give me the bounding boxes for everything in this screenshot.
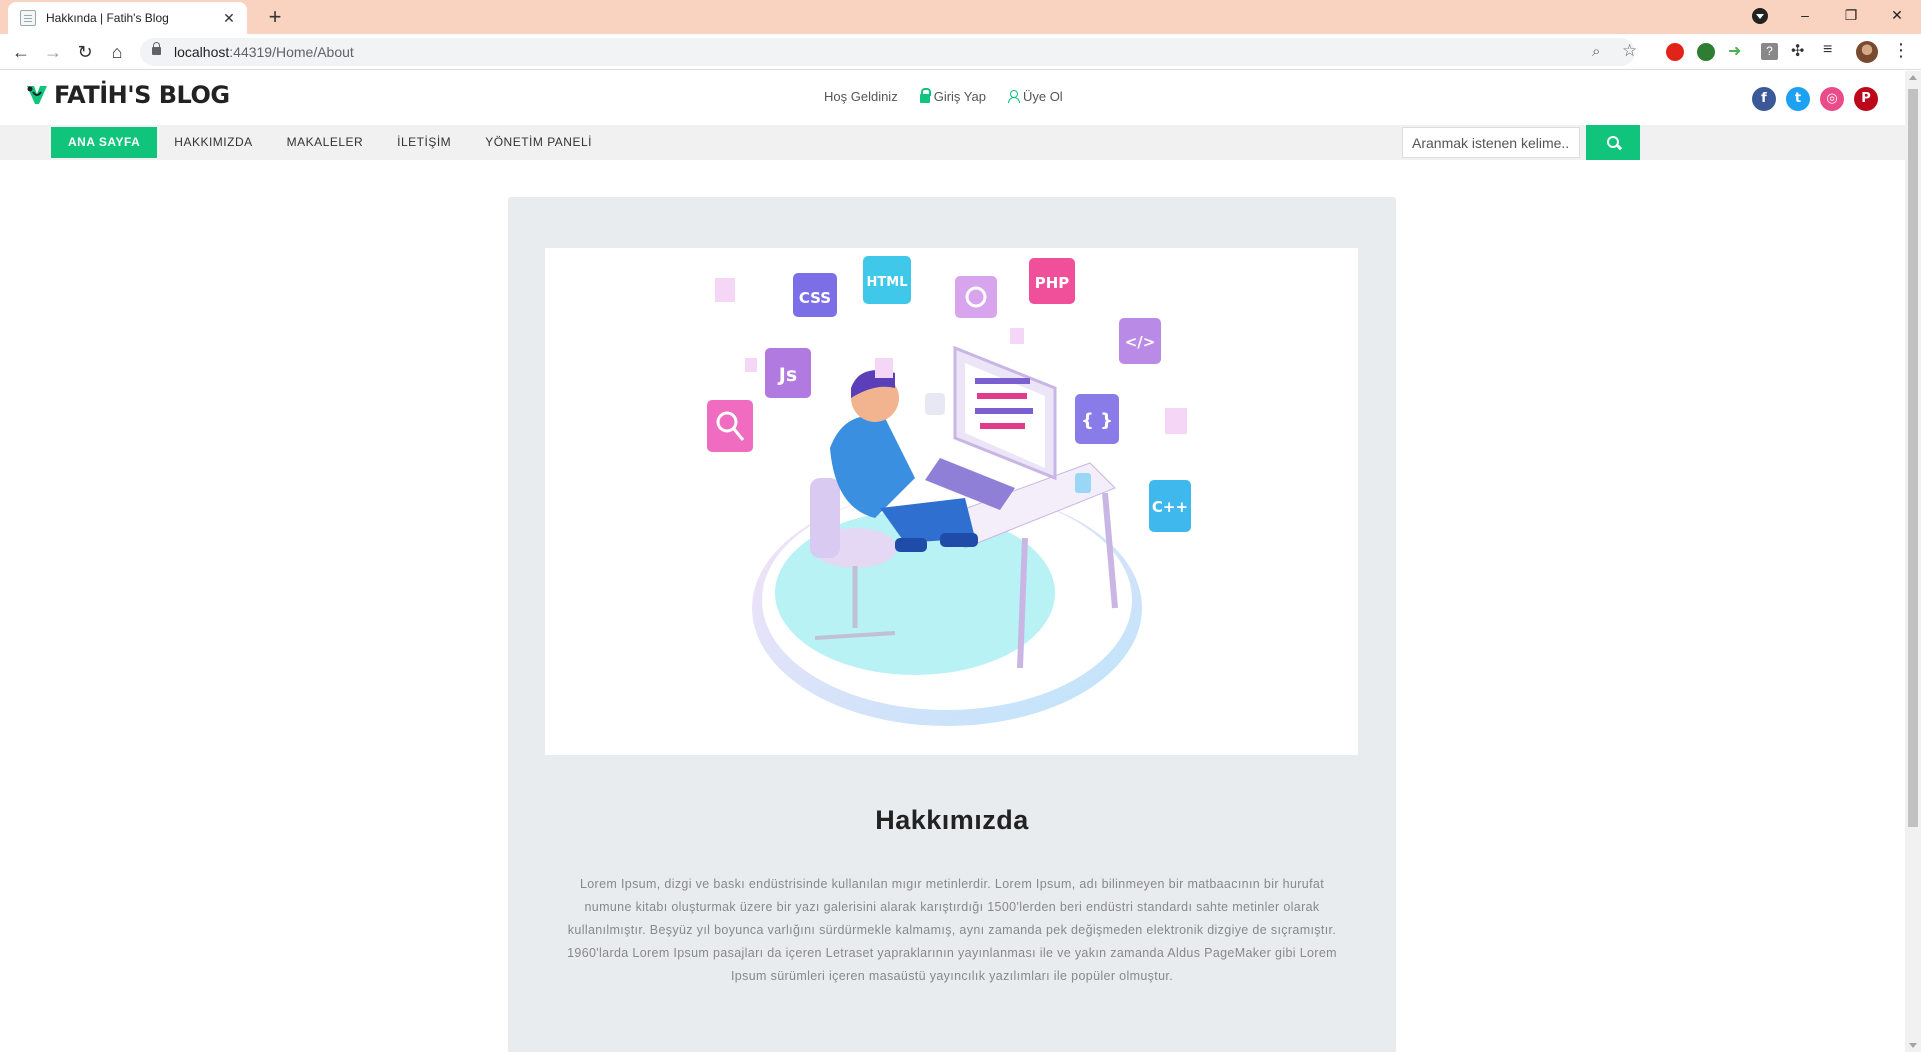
logo-mark-icon xyxy=(27,86,47,104)
developer-illustration: CSS HTML PHP Js {} </> C++ xyxy=(707,256,1191,726)
nav-item-admin-panel[interactable]: YÖNETİM PANELİ xyxy=(468,127,609,158)
welcome-link[interactable]: Hoş Geldiniz xyxy=(824,89,898,104)
hero-illustration: CSS HTML PHP Js {} </> C++ xyxy=(545,248,1358,755)
welcome-label: Hoş Geldiniz xyxy=(824,89,898,104)
help-extension-icon[interactable]: ? xyxy=(1761,43,1778,60)
svg-text:PHP: PHP xyxy=(1035,274,1070,292)
cpp-cube: C++ xyxy=(1149,480,1191,532)
register-link[interactable]: Üye Ol xyxy=(1007,89,1063,104)
close-window-button[interactable]: ✕ xyxy=(1874,0,1920,30)
new-tab-button[interactable]: + xyxy=(262,4,288,30)
page-scrollbar[interactable] xyxy=(1905,71,1921,1052)
page-title: Hakkımızda xyxy=(875,805,1029,835)
main-navbar: ANA SAYFA HAKKIMIZDA MAKALELER İLETİŞİM … xyxy=(0,125,1905,160)
dribbble-icon[interactable]: ◎ xyxy=(1820,87,1844,111)
decor-square xyxy=(1010,328,1024,344)
pinterest-icon[interactable]: P xyxy=(1854,87,1878,111)
about-card: CSS HTML PHP Js {} </> C++ Hakkımızda L… xyxy=(508,197,1396,1052)
pen-holder xyxy=(925,393,945,415)
url-text[interactable]: localhost:44319/Home/About xyxy=(174,44,354,60)
logo-text: FATİH'S BLOG xyxy=(54,81,230,109)
back-arrow-icon[interactable]: ← xyxy=(8,39,34,65)
reload-icon[interactable]: ↻ xyxy=(72,39,98,65)
svg-text:HTML: HTML xyxy=(867,275,908,290)
bookmark-star-icon[interactable]: ☆ xyxy=(1622,41,1637,61)
social-links: f t ◎ P xyxy=(1752,87,1878,111)
scroll-up-icon[interactable] xyxy=(1909,75,1917,80)
chair-back xyxy=(810,478,840,558)
profile-avatar[interactable] xyxy=(1856,41,1878,63)
svg-text:</>: </> xyxy=(1125,333,1156,351)
code-tag-cube: </> xyxy=(1119,318,1161,364)
svg-text:C++: C++ xyxy=(1152,498,1188,516)
php-cube: PHP xyxy=(1029,258,1075,304)
nav-menu: ANA SAYFA HAKKIMIZDA MAKALELER İLETİŞİM … xyxy=(51,125,609,160)
html-cube: HTML xyxy=(863,256,911,304)
minimize-button[interactable]: – xyxy=(1782,0,1828,30)
zoom-icon[interactable]: ⌕ xyxy=(1592,43,1600,60)
opera-extension-icon[interactable] xyxy=(1666,43,1684,61)
top-links: Hoş Geldiniz Giriş Yap Üye Ol xyxy=(824,87,1063,104)
person-shoe xyxy=(940,533,978,547)
translate-extension-icon[interactable] xyxy=(1697,43,1715,61)
twitter-icon[interactable]: t xyxy=(1786,87,1810,111)
code-line xyxy=(977,393,1027,399)
about-text: Lorem Ipsum, dizgi ve baskı endüstrisind… xyxy=(567,877,1337,983)
nav-item-about[interactable]: HAKKIMIZDA xyxy=(157,127,269,158)
search-button[interactable] xyxy=(1586,125,1640,160)
login-label: Giriş Yap xyxy=(933,89,986,104)
js-cube: Js xyxy=(765,348,811,398)
extensions-puzzle-icon[interactable]: ✣ xyxy=(1791,41,1804,61)
site-header: FATİH'S BLOG Hoş Geldiniz Giriş Yap Üye … xyxy=(0,71,1905,125)
menu-kebab-icon[interactable]: ⋮ xyxy=(1892,40,1910,61)
decor-square xyxy=(1165,408,1187,434)
page-viewport: FATİH'S BLOG Hoş Geldiniz Giriş Yap Üye … xyxy=(0,71,1905,1052)
browser-titlebar: Hakkında | Fatih's Blog ✕ + – ❐ ✕ xyxy=(0,0,1921,34)
lock-icon xyxy=(919,87,931,103)
decor-square xyxy=(875,358,893,378)
tab-search-icon[interactable] xyxy=(1752,8,1768,24)
person-shoe xyxy=(895,538,927,552)
browser-toolbar: ← → ↻ ⌂ localhost:44319/Home/About ⌕ ☆ ➜… xyxy=(0,34,1921,70)
site-logo[interactable]: FATİH'S BLOG xyxy=(24,81,230,109)
nav-item-articles[interactable]: MAKALELER xyxy=(270,127,381,158)
decor-square xyxy=(715,278,735,302)
decor-square xyxy=(745,358,757,372)
nav-item-home[interactable]: ANA SAYFA xyxy=(51,127,158,158)
tab-title: Hakkında | Fatih's Blog xyxy=(46,11,169,25)
code-line xyxy=(980,423,1025,429)
scroll-thumb[interactable] xyxy=(1908,89,1918,827)
login-link[interactable]: Giriş Yap xyxy=(919,87,986,104)
gears-cube xyxy=(955,276,997,318)
search-cube xyxy=(707,400,753,452)
lock-icon xyxy=(152,42,161,55)
page-favicon-icon xyxy=(20,10,36,26)
code-line xyxy=(975,378,1030,384)
user-icon xyxy=(1007,90,1020,103)
svg-text:CSS: CSS xyxy=(799,289,831,307)
braces-cube: { } xyxy=(1075,394,1119,444)
register-label: Üye Ol xyxy=(1022,89,1063,104)
home-icon[interactable]: ⌂ xyxy=(104,39,130,65)
arrow-extension-icon[interactable]: ➜ xyxy=(1728,41,1741,61)
address-bar[interactable]: localhost:44319/Home/About ⌕ ☆ xyxy=(140,38,1637,66)
reading-list-icon[interactable]: ≡ xyxy=(1823,41,1832,59)
restore-button[interactable]: ❐ xyxy=(1828,0,1874,30)
facebook-icon[interactable]: f xyxy=(1752,87,1776,111)
search-input[interactable] xyxy=(1402,127,1580,158)
scroll-down-icon[interactable] xyxy=(1909,1043,1917,1048)
forward-arrow-icon[interactable]: → xyxy=(40,39,66,65)
code-line xyxy=(975,408,1033,414)
tab-close-icon[interactable]: ✕ xyxy=(221,10,237,27)
nav-item-contact[interactable]: İLETİŞİM xyxy=(380,127,468,158)
css-cube: CSS xyxy=(793,273,837,317)
svg-text:Js: Js xyxy=(777,364,797,386)
svg-text:{ }: { } xyxy=(1081,410,1113,431)
browser-tab[interactable]: Hakkında | Fatih's Blog ✕ xyxy=(8,2,247,34)
cup xyxy=(1075,473,1091,493)
